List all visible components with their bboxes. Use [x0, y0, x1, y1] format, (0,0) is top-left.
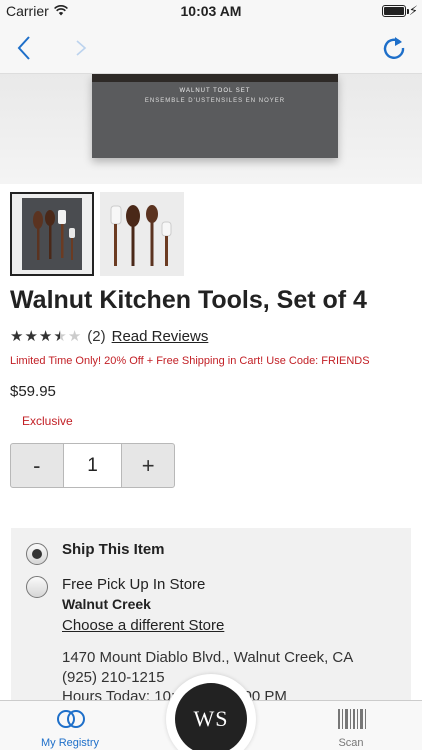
thumbnail-1[interactable]	[10, 192, 94, 276]
forward-chevron-icon[interactable]	[66, 32, 98, 64]
star-icon: ★	[24, 327, 38, 345]
tab-label: My Registry	[40, 737, 100, 749]
promo-message: Limited Time Only! 20% Off + Free Shippi…	[10, 355, 370, 367]
empty-star-icon: ★	[67, 327, 82, 345]
choose-store-link[interactable]: Choose a different Store	[62, 617, 224, 634]
ship-option-label[interactable]: Ship This Item	[62, 541, 165, 558]
charging-icon: ⚡︎	[408, 3, 418, 18]
quantity-input[interactable]: 1	[62, 444, 123, 487]
decrement-button[interactable]: -	[11, 444, 63, 487]
increment-button[interactable]: +	[122, 444, 174, 487]
status-time: 10:03 AM	[180, 3, 242, 19]
tools-image	[110, 205, 172, 266]
battery-level	[384, 7, 404, 15]
browser-nav-bar	[0, 22, 422, 74]
product-box: WALNUT TOOL SET ENSEMBLE D'USTENSILES EN…	[92, 74, 338, 158]
thumbnail-2[interactable]	[100, 192, 184, 276]
price: $59.95	[10, 383, 56, 400]
barcode-icon	[338, 709, 366, 729]
battery-icon	[382, 5, 406, 17]
refresh-icon[interactable]	[378, 32, 410, 64]
ship-radio[interactable]	[26, 543, 48, 565]
boxed-tools-image	[22, 198, 82, 270]
status-bar: Carrier 10:03 AM ⚡︎	[0, 0, 422, 22]
tab-my-registry[interactable]: My Registry	[25, 701, 115, 750]
screen: Carrier 10:03 AM ⚡︎ WALNUT TOOL SET ENSE…	[0, 0, 422, 750]
store-name: Walnut Creek	[62, 596, 151, 612]
box-handles	[92, 74, 338, 82]
ws-logo: WS	[175, 683, 247, 750]
back-chevron-icon[interactable]	[10, 32, 42, 64]
box-title: WALNUT TOOL SET	[179, 88, 251, 94]
store-phone[interactable]: (925) 210-1215	[62, 669, 165, 686]
read-reviews-link[interactable]: Read Reviews	[112, 328, 209, 345]
tab-label: Scan	[338, 737, 364, 749]
pickup-radio[interactable]	[26, 576, 48, 598]
exclusive-badge: Exclusive	[22, 414, 73, 428]
registry-rings-icon	[57, 710, 85, 728]
tab-scan[interactable]: Scan	[306, 701, 396, 750]
box-subtitle: ENSEMBLE D'USTENSILES EN NOYER	[144, 98, 286, 104]
review-count: (2)	[87, 327, 106, 345]
rating-row: ★ ★ ★ ★ ★ (2) Read Reviews	[10, 326, 208, 346]
star-icon: ★	[10, 327, 24, 345]
star-icon: ★	[38, 327, 53, 345]
star-rating: ★ ★ ★ ★ ★	[10, 329, 81, 344]
pickup-option-label[interactable]: Free Pick Up In Store	[62, 576, 205, 593]
radio-selected-dot	[32, 549, 42, 559]
half-star-icon: ★	[53, 327, 67, 345]
product-title: Walnut Kitchen Tools, Set of 4	[10, 286, 367, 314]
quantity-stepper: - 1 +	[10, 443, 175, 488]
product-hero-image[interactable]: WALNUT TOOL SET ENSEMBLE D'USTENSILES EN…	[0, 74, 422, 184]
store-address: 1470 Mount Diablo Blvd., Walnut Creek, C…	[62, 649, 354, 666]
